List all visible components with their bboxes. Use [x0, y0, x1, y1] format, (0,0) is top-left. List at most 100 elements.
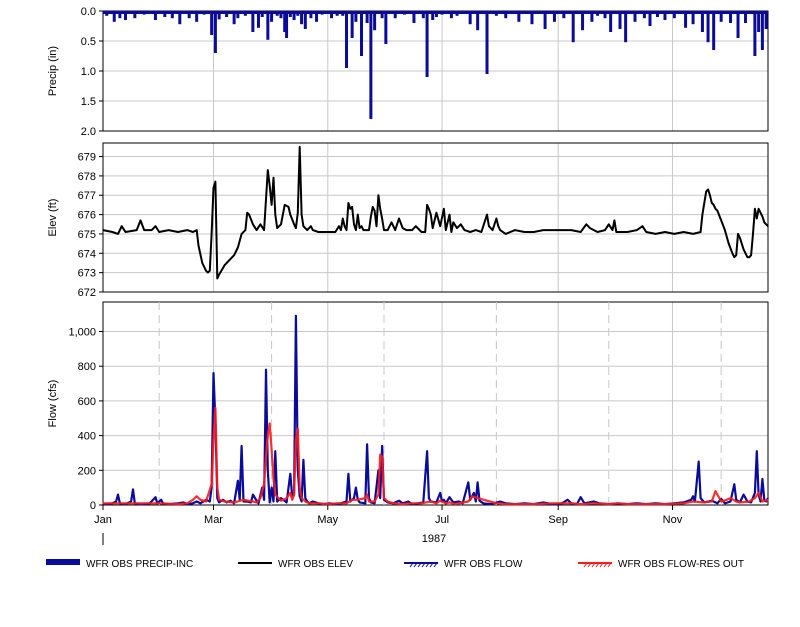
data-point: [456, 227, 458, 229]
precip-bar: [354, 11, 358, 22]
data-point: [767, 225, 769, 227]
precip-bar: [764, 11, 768, 29]
data-point: [460, 223, 462, 225]
data-point: [263, 229, 265, 231]
data-point: [390, 221, 393, 223]
data-point: [593, 500, 595, 503]
data-point: [759, 500, 762, 503]
data-point: [435, 502, 438, 504]
data-point: [714, 208, 717, 210]
data-point: [197, 244, 200, 247]
data-point: [477, 497, 479, 499]
data-point: [246, 212, 248, 214]
data-point: [342, 217, 344, 220]
data-point: [196, 229, 198, 231]
data-point: [692, 495, 694, 497]
data-point: [711, 202, 713, 204]
data-point: [302, 459, 305, 461]
precip-bar: [123, 11, 127, 20]
data-point: [551, 229, 554, 231]
data-point: [728, 243, 730, 245]
data-point: [477, 481, 479, 484]
precip-bar: [393, 11, 397, 19]
data-point: [207, 272, 209, 274]
data-point: [177, 231, 179, 233]
legend-swatch: [46, 559, 80, 565]
y-tick-label: 600: [78, 396, 96, 408]
data-point: [411, 229, 413, 231]
precip-bar: [562, 11, 566, 19]
y-tick-label: 679: [78, 152, 96, 164]
precip-bar: [449, 11, 453, 19]
data-point: [212, 372, 215, 374]
legend-label: WFR OBS ELEV: [278, 559, 353, 570]
data-point: [720, 219, 722, 222]
precip-bar: [700, 11, 704, 32]
data-point: [300, 213, 303, 216]
data-point: [186, 229, 188, 231]
precip-bar: [303, 11, 307, 29]
data-point: [381, 217, 383, 220]
data-point: [533, 503, 535, 505]
precip-bar: [153, 11, 157, 20]
data-point: [394, 229, 396, 231]
data-point: [154, 225, 157, 227]
data-point: [267, 434, 269, 437]
series-wfr-obs-elev: [102, 145, 769, 280]
data-point: [244, 229, 246, 231]
precip-bar: [133, 11, 137, 19]
data-point: [242, 500, 245, 503]
y-tick-label: 1.0: [81, 66, 96, 78]
precip-bar: [517, 11, 521, 22]
precip-bar: [571, 11, 575, 43]
y-tick-label: 674: [78, 248, 96, 260]
data-point: [117, 233, 119, 235]
data-point: [192, 499, 194, 501]
data-point: [375, 225, 378, 227]
data-point: [312, 500, 314, 503]
data-point: [737, 233, 739, 235]
data-point: [473, 492, 475, 494]
x-axis: Jan Mar May Jul Sep Nov 1987: [94, 505, 683, 545]
precip-bar: [266, 11, 270, 40]
data-point: [285, 501, 288, 503]
precip-bar: [373, 11, 377, 31]
data-point: [276, 500, 278, 503]
data-point: [490, 503, 492, 505]
precip-bar: [712, 11, 716, 50]
series-line: [102, 314, 769, 506]
data-point: [383, 497, 385, 499]
data-point: [495, 217, 497, 220]
data-point: [237, 480, 239, 482]
precip-bar: [684, 11, 688, 28]
data-point: [280, 223, 282, 225]
data-point: [366, 493, 368, 496]
data-point: [683, 231, 685, 233]
data-point: [398, 500, 400, 502]
data-point: [139, 219, 142, 222]
data-point: [748, 256, 750, 258]
data-point: [276, 227, 278, 229]
data-point: [347, 473, 349, 475]
data-point: [269, 184, 271, 187]
precip-bar: [142, 11, 146, 15]
data-point: [664, 503, 666, 505]
data-point: [495, 502, 497, 504]
data-point: [211, 233, 213, 235]
data-point: [272, 478, 275, 480]
precip-bar: [315, 11, 319, 22]
precip-bar: [403, 11, 407, 15]
data-point: [566, 499, 569, 501]
precip-bar: [603, 11, 607, 19]
data-point: [366, 443, 368, 445]
precip-bar: [300, 11, 304, 25]
data-point: [430, 213, 432, 216]
x-tick-label: Jan: [94, 514, 112, 526]
data-point: [270, 204, 273, 206]
data-point: [300, 500, 303, 503]
y-tick-label: 677: [78, 190, 96, 202]
data-point: [310, 225, 312, 227]
hydrograph-chart: 0.00.51.01.52.0Precip (in)67267367467567…: [46, 6, 769, 570]
data-point: [458, 500, 460, 503]
data-point: [205, 270, 207, 272]
